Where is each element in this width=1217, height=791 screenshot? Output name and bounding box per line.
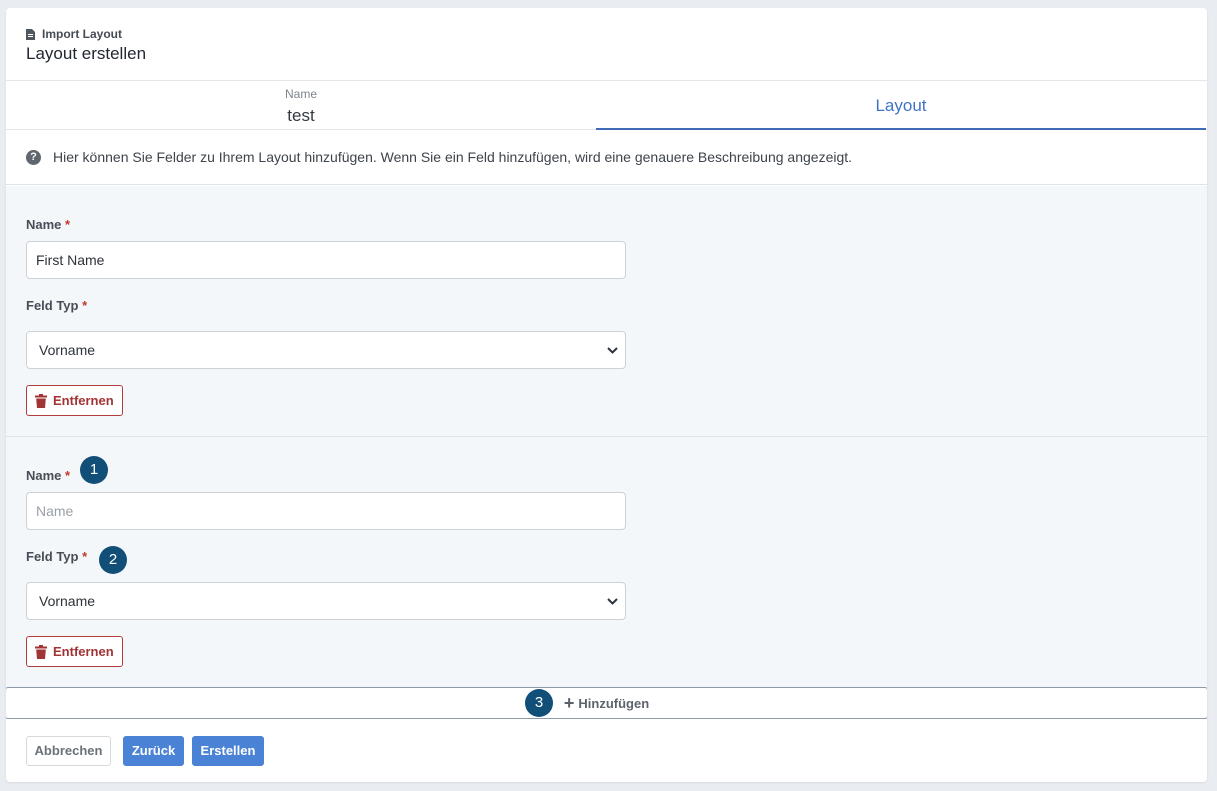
step-badge-1: 1 — [80, 456, 108, 484]
file-icon — [26, 28, 35, 40]
back-button[interactable]: Zurück — [123, 736, 184, 766]
cancel-button[interactable]: Abbrechen — [26, 736, 111, 766]
remove-button-label: Entfernen — [53, 644, 114, 659]
field-type-select[interactable]: Vorname — [26, 331, 626, 369]
help-info: ? Hier können Sie Felder zu Ihrem Layout… — [6, 130, 1207, 185]
field-type-label: Feld Typ * — [26, 298, 87, 313]
header-subtitle: Import Layout — [26, 27, 122, 41]
field-type-label-text: Feld Typ — [26, 298, 79, 313]
remove-button[interactable]: Entfernen — [26, 636, 123, 667]
field-type-value: Vorname — [39, 593, 96, 609]
add-field-button[interactable]: + Hinzufügen — [6, 687, 1207, 719]
create-button[interactable]: Erstellen — [192, 736, 264, 766]
tab-name-value: test — [287, 106, 315, 125]
required-mark: * — [82, 298, 88, 313]
field-type-label: Feld Typ * — [26, 549, 87, 564]
tab-name[interactable]: Name test — [6, 82, 596, 130]
help-text: Hier können Sie Felder zu Ihrem Layout h… — [53, 149, 853, 165]
add-field-label: Hinzufügen — [578, 695, 650, 711]
card-header: Import Layout Layout erstellen — [6, 8, 1207, 81]
field-type-select[interactable]: Vorname — [26, 582, 626, 620]
name-input[interactable]: First Name — [26, 241, 626, 279]
step-badge-3: 3 — [525, 689, 553, 717]
field-block-2: Name * 1 Name Feld Typ * 2 Vorname Entfe… — [6, 437, 1207, 687]
name-label-text: Name — [26, 217, 62, 232]
footer-actions: Abbrechen Zurück Erstellen — [6, 720, 1207, 782]
field-type-value: Vorname — [39, 342, 96, 358]
remove-button-label: Entfernen — [53, 393, 114, 408]
plus-icon: + — [563, 693, 575, 713]
trash-icon — [35, 644, 47, 659]
chevron-down-icon — [605, 332, 619, 368]
trash-icon — [35, 393, 47, 408]
field-block-1: Name * First Name Feld Typ * Vorname Ent… — [6, 186, 1207, 437]
required-mark: * — [82, 549, 88, 564]
required-mark: * — [65, 217, 71, 232]
question-circle-icon: ? — [26, 149, 41, 165]
name-label: Name * — [26, 217, 70, 232]
layout-card: Import Layout Layout erstellen Name test… — [6, 8, 1207, 782]
page-title: Layout erstellen — [26, 44, 147, 63]
name-label-text: Name — [26, 468, 62, 483]
remove-button[interactable]: Entfernen — [26, 385, 123, 416]
chevron-down-icon — [605, 583, 619, 619]
field-type-label-text: Feld Typ — [26, 549, 79, 564]
name-label: Name * — [26, 468, 70, 483]
tab-layout[interactable]: Layout — [596, 82, 1206, 130]
name-input-empty[interactable]: Name — [26, 492, 626, 530]
wizard-tabs: Name test Layout — [6, 82, 1207, 130]
tab-name-label: Name — [284, 87, 317, 101]
required-mark: * — [65, 468, 71, 483]
header-subtitle-text: Import Layout — [42, 27, 122, 41]
step-badge-2: 2 — [99, 546, 127, 574]
